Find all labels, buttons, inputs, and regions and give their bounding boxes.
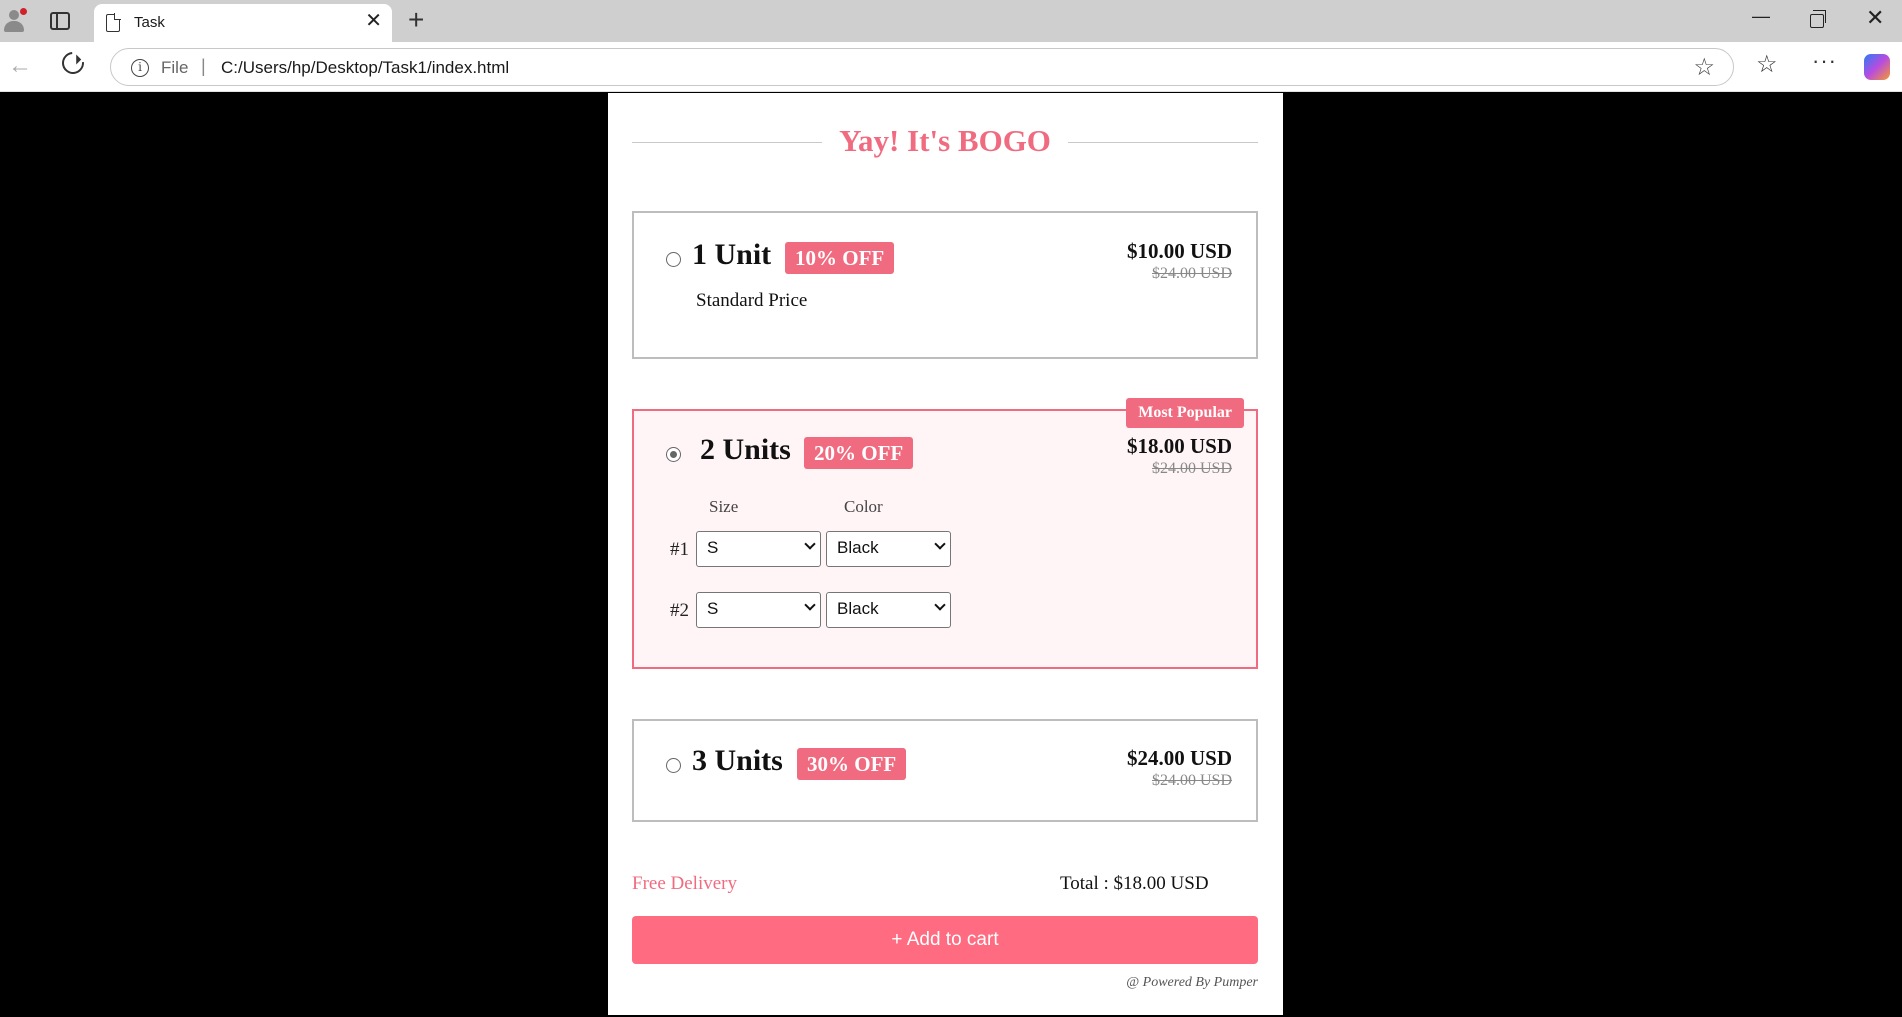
info-icon[interactable]: i [131, 59, 149, 77]
powered-by-text: @ Powered By Pumper [1126, 975, 1258, 990]
offer-card-2-units[interactable]: Most Popular 2 Units 20% OFF $18.00 USD … [632, 398, 1258, 669]
color-select-value: Black [837, 538, 879, 557]
offer-radio-3[interactable] [666, 758, 681, 773]
favorite-star-icon[interactable]: ☆ [1693, 53, 1715, 82]
copilot-icon[interactable] [1864, 54, 1890, 80]
discount-badge: 10% OFF [785, 242, 895, 274]
offer-card-3-units[interactable]: 3 Units 30% OFF $24.00 USD $24.00 USD [632, 719, 1258, 822]
chevron-down-icon [804, 599, 816, 611]
favorites-icon[interactable]: ☆ [1756, 50, 1778, 79]
new-tab-button[interactable]: + [408, 6, 424, 34]
url-separator: | [201, 56, 206, 76]
url-scheme: File [161, 58, 189, 77]
heading-divider-right [1068, 142, 1258, 143]
offer-price: $18.00 USD [1126, 434, 1232, 458]
chevron-down-icon [804, 538, 816, 550]
browser-tab[interactable]: Task ✕ [94, 4, 392, 42]
browser-tab-bar: Task ✕ + — ✕ [0, 0, 1902, 42]
size-select-2[interactable]: S [696, 592, 821, 628]
window-restore-button[interactable] [1810, 10, 1826, 28]
bogo-widget: Yay! It's BOGO 1 Unit 10% OFF $10.00 USD… [608, 93, 1283, 1015]
free-delivery-text: Free Delivery [632, 873, 737, 894]
tab-actions-icon[interactable] [50, 12, 70, 30]
offer-price: $24.00 USD [1126, 746, 1232, 770]
window-close-button[interactable]: ✕ [1866, 5, 1884, 31]
add-to-cart-button[interactable]: + Add to cart [632, 916, 1258, 964]
offer-radio-2[interactable] [666, 447, 681, 462]
window-minimize-button[interactable]: — [1752, 6, 1770, 27]
color-select-value: Black [837, 599, 879, 618]
discount-badge: 20% OFF [804, 437, 914, 469]
tab-title: Task [134, 14, 165, 31]
chevron-down-icon [934, 538, 946, 550]
offer-subtext: Standard Price [696, 290, 808, 311]
document-icon [106, 13, 121, 32]
offer-units: 1 Unit [692, 238, 772, 271]
offer-old-price: $24.00 USD [1151, 460, 1232, 477]
size-select-value: S [707, 538, 719, 557]
size-select-value: S [707, 599, 719, 618]
offer-units: 3 Units [692, 744, 783, 777]
offer-price: $10.00 USD [1126, 239, 1232, 263]
most-popular-badge: Most Popular [1126, 398, 1244, 428]
profile-icon[interactable] [2, 8, 27, 34]
bogo-heading: Yay! It's BOGO [632, 123, 1258, 159]
variant-row-label-1: #1 [670, 539, 689, 560]
offer-radio-1[interactable] [666, 252, 681, 267]
url-text[interactable]: C:/Users/hp/Desktop/Task1/index.html [221, 58, 509, 78]
color-select-2[interactable]: Black [826, 592, 951, 628]
reload-icon[interactable] [57, 47, 89, 79]
size-column-label: Size [709, 497, 739, 516]
color-select-1[interactable]: Black [826, 531, 951, 567]
more-menu-icon[interactable]: ··· [1812, 48, 1837, 74]
url-field[interactable]: i File | C:/Users/hp/Desktop/Task1/index… [110, 48, 1734, 86]
color-column-label: Color [844, 497, 883, 516]
offer-old-price: $24.00 USD [1151, 265, 1232, 282]
variant-row-label-2: #2 [670, 600, 689, 621]
offer-units: 2 Units [700, 433, 791, 466]
offer-card-1-unit[interactable]: 1 Unit 10% OFF $10.00 USD $24.00 USD Sta… [632, 211, 1258, 359]
total-price: Total : $18.00 USD [1060, 873, 1209, 894]
offer-old-price: $24.00 USD [1151, 772, 1232, 789]
page-title: Yay! It's BOGO [839, 123, 1051, 158]
size-select-1[interactable]: S [696, 531, 821, 567]
discount-badge: 30% OFF [797, 748, 907, 780]
address-bar: ← i File | C:/Users/hp/Desktop/Task1/ind… [0, 42, 1902, 92]
chevron-down-icon [934, 599, 946, 611]
tab-close-icon[interactable]: ✕ [365, 11, 382, 31]
back-arrow-icon[interactable]: ← [8, 52, 32, 80]
